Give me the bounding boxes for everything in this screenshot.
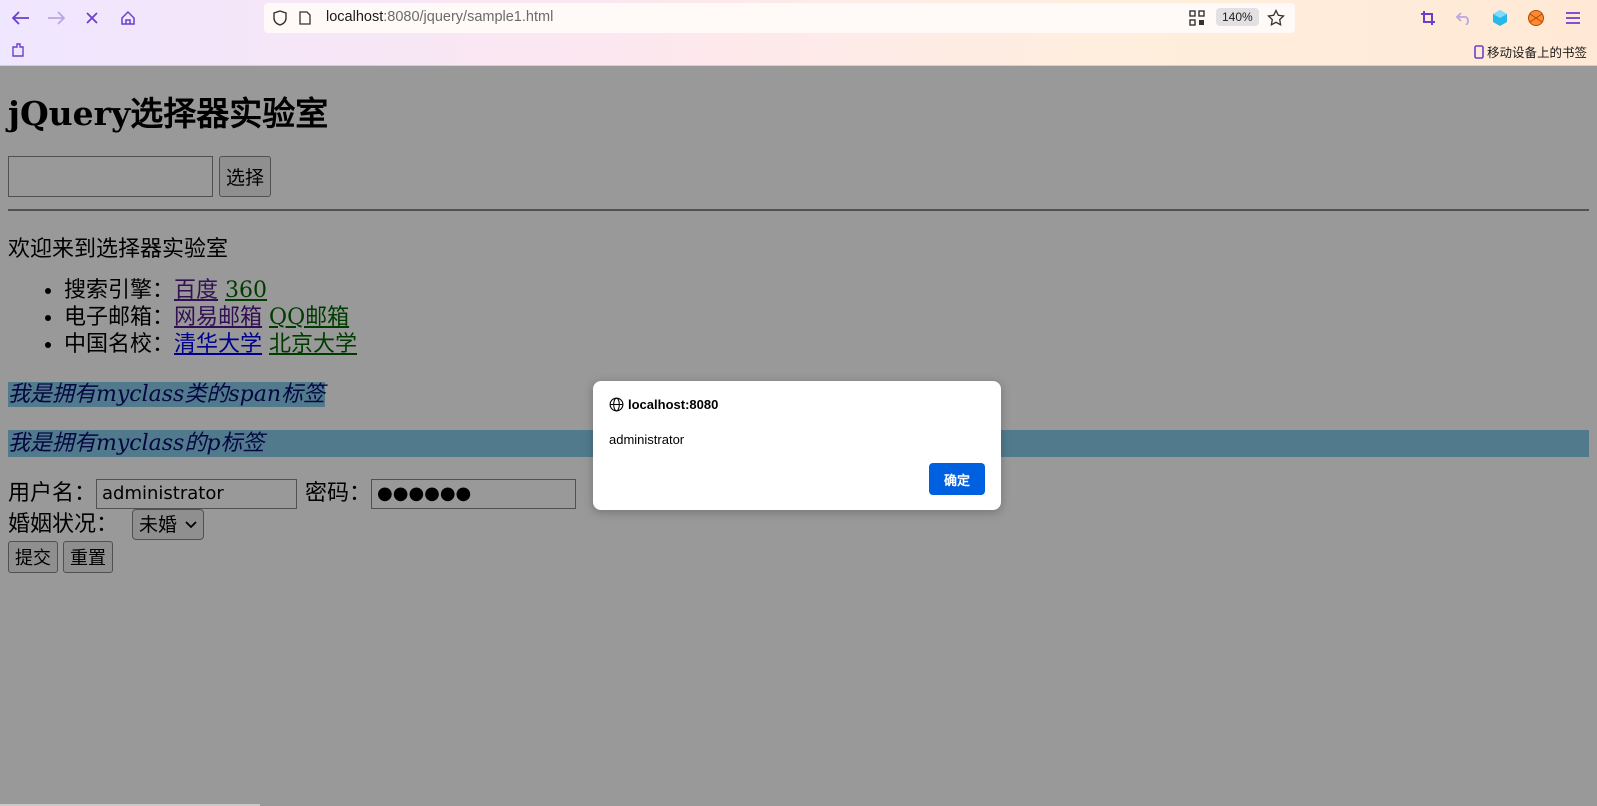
zoom-level-badge[interactable]: 140% (1216, 8, 1259, 26)
extension-cube-icon[interactable] (1490, 8, 1510, 28)
qr-code-icon[interactable] (1189, 10, 1205, 31)
back-arrow-icon[interactable] (7, 6, 35, 30)
dialog-ok-button[interactable]: 确定 (929, 463, 985, 495)
dialog-message: administrator (609, 432, 685, 447)
url-host: localhost (326, 9, 384, 25)
crop-icon[interactable] (1418, 8, 1438, 28)
url-path: :8080/jquery/sample1.html (383, 9, 554, 25)
undo-icon[interactable] (1454, 8, 1474, 28)
mobile-bookmarks-label: 移动设备上的书签 (1486, 46, 1587, 60)
extensions-icon[interactable] (4, 38, 32, 62)
page-icon (299, 11, 311, 30)
shield-icon[interactable] (273, 10, 287, 31)
url-text[interactable]: localhost:8080/jquery/sample1.html (326, 9, 553, 25)
alert-dialog: localhost:8080 administrator 确定 (593, 381, 1001, 510)
mobile-bookmarks[interactable]: 移动设备上的书签 (1474, 42, 1587, 61)
stop-loading-icon[interactable] (78, 6, 106, 30)
forward-arrow-icon[interactable] (42, 6, 70, 30)
dialog-origin: localhost:8080 (628, 397, 719, 412)
extension-ball-icon[interactable] (1526, 8, 1546, 28)
menu-icon[interactable] (1563, 8, 1583, 28)
star-bookmark-icon[interactable] (1267, 8, 1285, 32)
address-bar[interactable]: localhost:8080/jquery/sample1.html 140% (264, 3, 1295, 33)
mobile-device-icon (1474, 44, 1484, 59)
home-icon[interactable] (114, 6, 142, 30)
globe-icon (609, 397, 624, 412)
browser-toolbar: localhost:8080/jquery/sample1.html 140% … (0, 0, 1597, 66)
dialog-title: localhost:8080 (609, 397, 718, 412)
